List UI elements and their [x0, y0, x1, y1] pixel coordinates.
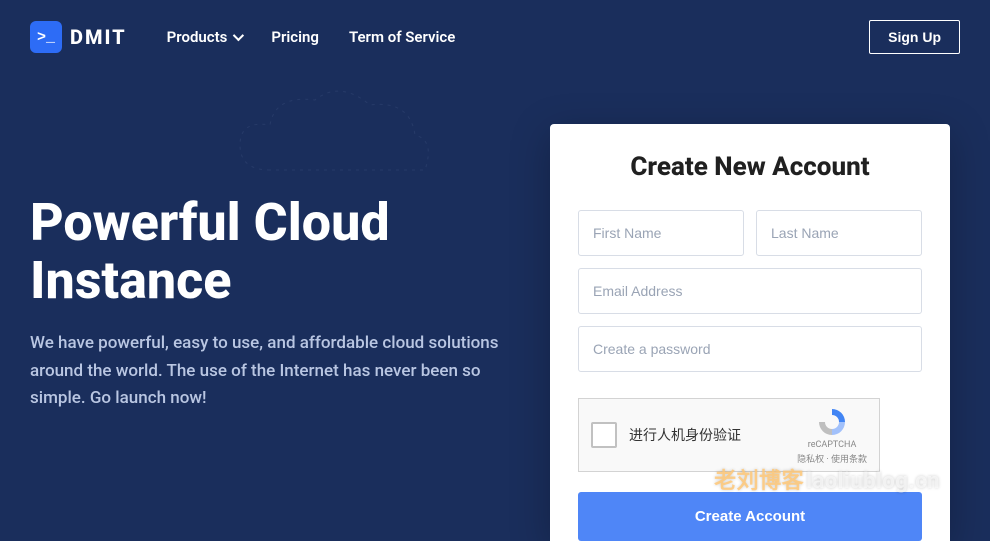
recaptcha-widget: 进行人机身份验证 reCAPTCHA 隐私权 · 使用条款 [578, 398, 880, 472]
recaptcha-icon [816, 406, 848, 438]
create-account-button[interactable]: Create Account [578, 492, 922, 541]
main-content: Powerful Cloud Instance We have powerful… [0, 74, 990, 541]
hero-subtitle: We have powerful, easy to use, and affor… [30, 330, 510, 412]
signup-heading: Create New Account [578, 152, 922, 182]
password-field[interactable] [578, 326, 922, 372]
chevron-down-icon [233, 30, 244, 41]
brand-name: DMIT [70, 25, 127, 49]
nav-products-label: Products [167, 28, 228, 46]
email-field[interactable] [578, 268, 922, 314]
brand-logo[interactable]: >_ DMIT [30, 21, 127, 53]
last-name-field[interactable] [756, 210, 922, 256]
nav-tos[interactable]: Term of Service [349, 28, 455, 46]
recaptcha-brand-text: reCAPTCHA [808, 440, 857, 450]
signup-button[interactable]: Sign Up [869, 20, 960, 54]
terminal-icon: >_ [30, 21, 62, 53]
nav-products[interactable]: Products [167, 28, 242, 46]
recaptcha-checkbox[interactable] [591, 422, 617, 448]
hero-title: Powerful Cloud Instance [30, 194, 510, 310]
recaptcha-label: 进行人机身份验证 [629, 425, 785, 445]
signup-card: Create New Account 进行人机身份验证 reCAPTCHA 隐私… [550, 124, 950, 541]
recaptcha-branding: reCAPTCHA 隐私权 · 使用条款 [797, 406, 867, 465]
main-nav: Products Pricing Term of Service [167, 28, 456, 46]
first-name-field[interactable] [578, 210, 744, 256]
hero-section: Powerful Cloud Instance We have powerful… [30, 124, 510, 412]
nav-pricing[interactable]: Pricing [271, 28, 319, 46]
recaptcha-terms[interactable]: 隐私权 · 使用条款 [797, 452, 867, 465]
top-nav: >_ DMIT Products Pricing Term of Service… [0, 0, 990, 74]
